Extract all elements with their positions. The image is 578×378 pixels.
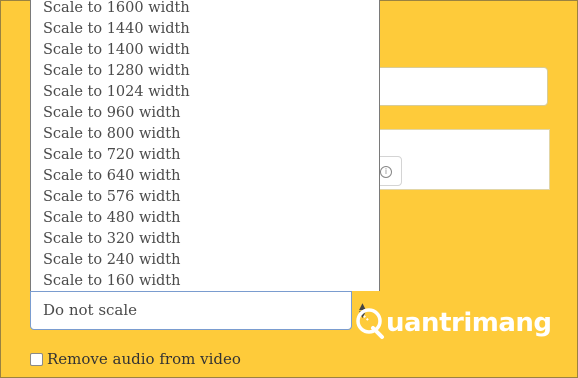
dropdown-option[interactable]: Scale to 320 width [43,229,180,250]
dropdown-option[interactable]: Scale to 160 width [43,271,180,291]
dropdown-option[interactable]: Scale to 240 width [43,250,180,271]
dropdown-option[interactable]: Scale to 640 width [43,166,180,187]
dropdown-option[interactable]: Scale to 576 width [43,187,180,208]
scale-dropdown-list[interactable]: Scale to 1600 width Scale to 1440 width … [30,0,380,291]
dropdown-option[interactable]: Scale to 1400 width [43,40,190,61]
dropdown-option[interactable]: Scale to 480 width [43,208,180,229]
dropdown-option[interactable]: Scale to 800 width [43,124,180,145]
info-icon: i [380,166,392,178]
scale-select[interactable]: Do not scale ▲ ▼ [30,291,366,330]
dropdown-option[interactable]: Scale to 1600 width [43,0,190,19]
remove-audio-checkbox[interactable] [30,353,43,366]
dropdown-option[interactable]: Scale to 1280 width [43,61,190,82]
remove-audio-label[interactable]: Remove audio from video [47,350,241,368]
dropdown-option[interactable]: Scale to 720 width [43,145,180,166]
background-text-input[interactable] [360,67,548,106]
watermark-text: uantrimang [386,308,552,338]
dropdown-option[interactable]: Scale to 1024 width [43,82,190,103]
dropdown-option[interactable]: Scale to 960 width [43,103,180,124]
select-current-value: Do not scale [43,301,138,319]
dropdown-option[interactable]: Scale to 1440 width [43,19,190,40]
watermark-q-icon [356,308,384,339]
